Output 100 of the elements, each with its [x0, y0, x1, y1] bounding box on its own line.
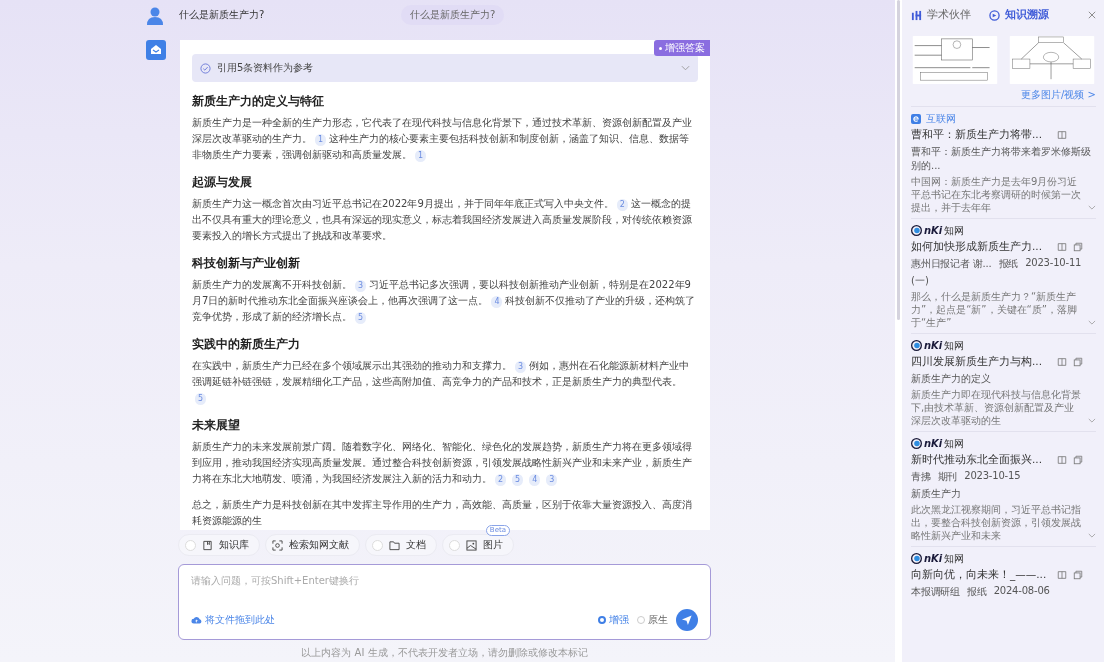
- source-meta: 2023-10-15: [964, 470, 1021, 483]
- panel-tab[interactable]: 学术伙伴: [911, 8, 971, 22]
- upload-link[interactable]: 将文件拖到此处: [191, 613, 275, 627]
- citation-link[interactable]: 2: [616, 199, 628, 211]
- book-icon[interactable]: [1057, 242, 1067, 252]
- more-media-link[interactable]: 更多图片/视频 >: [1021, 88, 1096, 102]
- scrollbar[interactable]: [897, 0, 900, 320]
- source-subtitle: 新质生产力的定义: [911, 372, 992, 386]
- source-meta: 惠州日报记者 谢...: [911, 257, 992, 271]
- copy-icon[interactable]: [1073, 455, 1083, 465]
- citation-link[interactable]: 5: [355, 312, 367, 324]
- globe-icon: [911, 438, 922, 449]
- source-meta: 本报调研组: [911, 585, 960, 599]
- expand-icon[interactable]: [1088, 418, 1096, 423]
- source-name: 知网: [944, 436, 965, 451]
- scan-icon: [272, 539, 283, 551]
- book-icon[interactable]: [1057, 357, 1067, 367]
- source-subtitle: 曹和平：新质生产力将带来着罗米修斯级别的...: [911, 145, 1092, 173]
- question-input[interactable]: 请输入问题，可按Shift+Enter键换行 将文件拖到此处 增强 原生: [178, 564, 711, 640]
- source-meta: 2024-08-06: [993, 585, 1050, 598]
- source-snippet: 那么，什么是新质生产力？“新质生产力”，起点是“新”，关键在“质”，落脚于“生产”: [911, 290, 1078, 329]
- source-logo: nKi: [924, 225, 943, 236]
- book-icon[interactable]: [1057, 455, 1067, 465]
- toggle-radio[interactable]: [372, 539, 383, 551]
- mode-radio[interactable]: 增强: [598, 613, 629, 627]
- paragraph: 新质生产力的发展离不开科技创新。 3 习近平总书记多次强调，要以科技创新推动产业创新，特别是在2022年9月7日的新时代推动东北全面振兴座谈会上，他再次强调了这一点。 4 科技创新不仅推动了产业的升级，还构筑了竞争优势，形成了新的经济增长点。 5: [192, 278, 697, 325]
- panel-tab[interactable]: 知识溯源: [989, 8, 1049, 22]
- reference-bar[interactable]: 引用5条资料作为参考: [192, 54, 698, 82]
- source-logo: nKi: [924, 553, 943, 564]
- copy-icon[interactable]: [1073, 570, 1083, 580]
- copy-icon[interactable]: [1073, 357, 1083, 367]
- paragraph: 在实践中，新质生产力已经在多个领域展示出其强劲的推动力和支撑力。 3 例如，惠州在石化能源新材料产业中强调延链补链强链，发展精细化工产品，这些高附加值、高竞争力的产品和技术，正是新质生产力的典型代表。 5: [192, 359, 691, 406]
- source-meta: 报纸: [967, 585, 987, 599]
- citation-link[interactable]: 5: [195, 393, 207, 405]
- source-name: 知网: [944, 551, 965, 566]
- image-icon: [466, 539, 477, 551]
- reference-text: 引用5条资料作为参考: [217, 61, 315, 75]
- citation-link[interactable]: 4: [491, 296, 503, 308]
- book-icon: [202, 539, 213, 551]
- send-icon[interactable]: [676, 609, 698, 631]
- citation-link[interactable]: 5: [512, 474, 524, 486]
- check-circle-icon: [200, 62, 211, 74]
- source-title[interactable]: 曹和平：新质生产力将带...: [911, 128, 1051, 142]
- section-heading: 科技创新与产业创新: [192, 255, 301, 272]
- bot-avatar-icon: [146, 40, 166, 60]
- section-heading: 未来展望: [192, 417, 241, 434]
- expand-icon[interactable]: [1088, 320, 1096, 325]
- close-icon[interactable]: [1088, 11, 1096, 19]
- tool-chip[interactable]: 文档: [365, 534, 437, 556]
- source-logo: nKi: [924, 438, 943, 449]
- paragraph: 新质生产力的未来发展前景广阔。随着数字化、网络化、智能化、绿色化的发展趋势，新质生产力将在更多领域得到应用，推动我国经济实现高质量发展。通过整合科技创新资源，引领发展战略性新兴产业和未来产业，新质生产力将在东北大地萌发、喷涌，为我国经济发展注入新的活力和动力。 2 5 4 3: [192, 440, 693, 487]
- chevron-icon: [681, 65, 690, 71]
- browser-icon: [911, 113, 921, 124]
- globe-icon: [911, 340, 922, 351]
- source-title[interactable]: 新时代推动东北全面振兴...: [911, 453, 1051, 467]
- question-text: 什么是新质生产力?: [179, 8, 266, 22]
- source-name: 知网: [944, 223, 965, 238]
- tool-chip[interactable]: 检索知网文献: [265, 534, 360, 556]
- paragraph: 新质生产力这一概念首次由习近平总书记在2022年9月提出，并于同年年底正式写入中央文件。 2 这一概念的提出不仅具有重大的理论意义，也具有深远的现实意义，标志着我国经济发展进入高质量发展阶段，对传统依赖资源要素投入的增长方式提出了挑战和改革要求。: [192, 197, 693, 243]
- expand-icon[interactable]: [1088, 533, 1096, 538]
- source-title[interactable]: 向新向优，向未来！_——...: [911, 568, 1051, 582]
- source-snippet: 此次黑龙江视察期间，习近平总书记指出，要整合科技创新资源，引领发展战略性新兴产业和未来: [911, 503, 1082, 542]
- source-logo: nKi: [924, 340, 943, 351]
- citation-link[interactable]: 3: [355, 280, 367, 292]
- citation-link[interactable]: 1: [415, 150, 427, 162]
- folder-icon: [389, 539, 400, 551]
- source-name: 互联网: [926, 111, 956, 126]
- user-avatar-icon: [145, 5, 165, 25]
- bars-icon: [911, 9, 922, 21]
- citation-link[interactable]: 4: [529, 474, 541, 486]
- section-heading: 新质生产力的定义与特征: [192, 93, 325, 110]
- mode-radio[interactable]: 原生: [637, 613, 668, 627]
- globe-icon: [911, 553, 922, 564]
- source-meta: 报纸: [998, 257, 1019, 271]
- book-icon[interactable]: [1057, 130, 1067, 140]
- source-meta: 2023-10-11: [1025, 257, 1082, 270]
- citation-link[interactable]: 1: [315, 134, 327, 146]
- toggle-radio[interactable]: [185, 539, 196, 551]
- question-pill[interactable]: 什么是新质生产力?: [401, 5, 505, 25]
- paragraph: 总之，新质生产力是科技创新在其中发挥主导作用的生产力，高效能、高质量，区别于依靠大量资源投入、高度消耗资源能源的生: [192, 498, 693, 527]
- enhanced-answer-badge: 增强答案: [654, 40, 710, 56]
- section-heading: 实践中的新质生产力: [192, 336, 301, 353]
- citation-link[interactable]: 3: [515, 361, 527, 373]
- expand-icon[interactable]: [1088, 205, 1096, 210]
- copy-icon[interactable]: [1073, 242, 1083, 252]
- source-title[interactable]: 如何加快形成新质生产力...: [911, 240, 1051, 254]
- toggle-radio[interactable]: [449, 539, 460, 551]
- tool-chip[interactable]: 知识库: [178, 534, 260, 556]
- source-meta: 期刊: [937, 470, 958, 484]
- tool-chip[interactable]: 图片: [442, 534, 514, 556]
- globe-icon: [911, 225, 922, 236]
- paragraph: 新质生产力是一种全新的生产力形态，它代表了在现代科技与信息化背景下，通过技术革新、资源创新配置及产业深层次改革驱动的生产力。 1 这种生产力的核心要素主要包括科技创新和制度创新，涵盖了知识、信息、数据等非物质生产力要素，强调创新驱动和高质量发展。 1: [192, 116, 693, 163]
- citation-link[interactable]: 2: [495, 474, 507, 486]
- citation-link[interactable]: 3: [546, 474, 558, 486]
- section-heading: 起源与发展: [192, 174, 253, 191]
- source-title[interactable]: 四川发展新质生产力与构...: [911, 355, 1051, 369]
- book-icon[interactable]: [1057, 570, 1067, 580]
- disclaimer-text: 以上内容为 AI 生成，不代表开发者立场，请勿删除或修改本标记: [300, 646, 589, 660]
- source-snippet: 中国网：新质生产力是去年9月份习近平总书记在东北考察调研的时候第一次提出，并于去年年: [911, 175, 1082, 214]
- cloud-upload-icon: [191, 616, 202, 624]
